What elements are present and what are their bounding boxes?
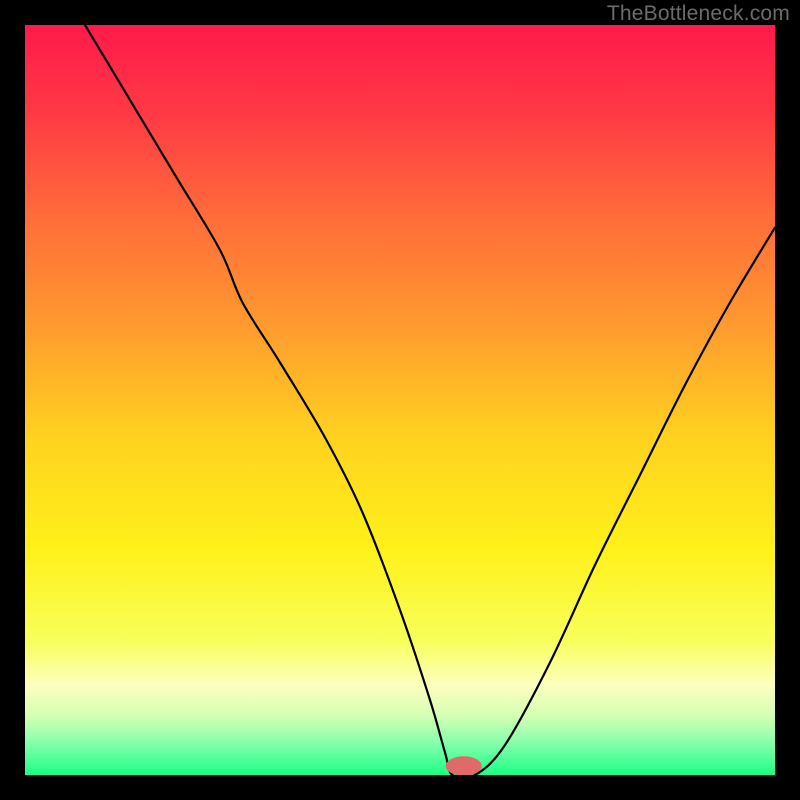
chart-svg [25,25,775,775]
chart-frame: TheBottleneck.com [0,0,800,800]
chart-background [25,25,775,775]
plot-area [25,25,775,775]
optimum-marker [446,756,482,775]
watermark-text: TheBottleneck.com [607,2,790,26]
